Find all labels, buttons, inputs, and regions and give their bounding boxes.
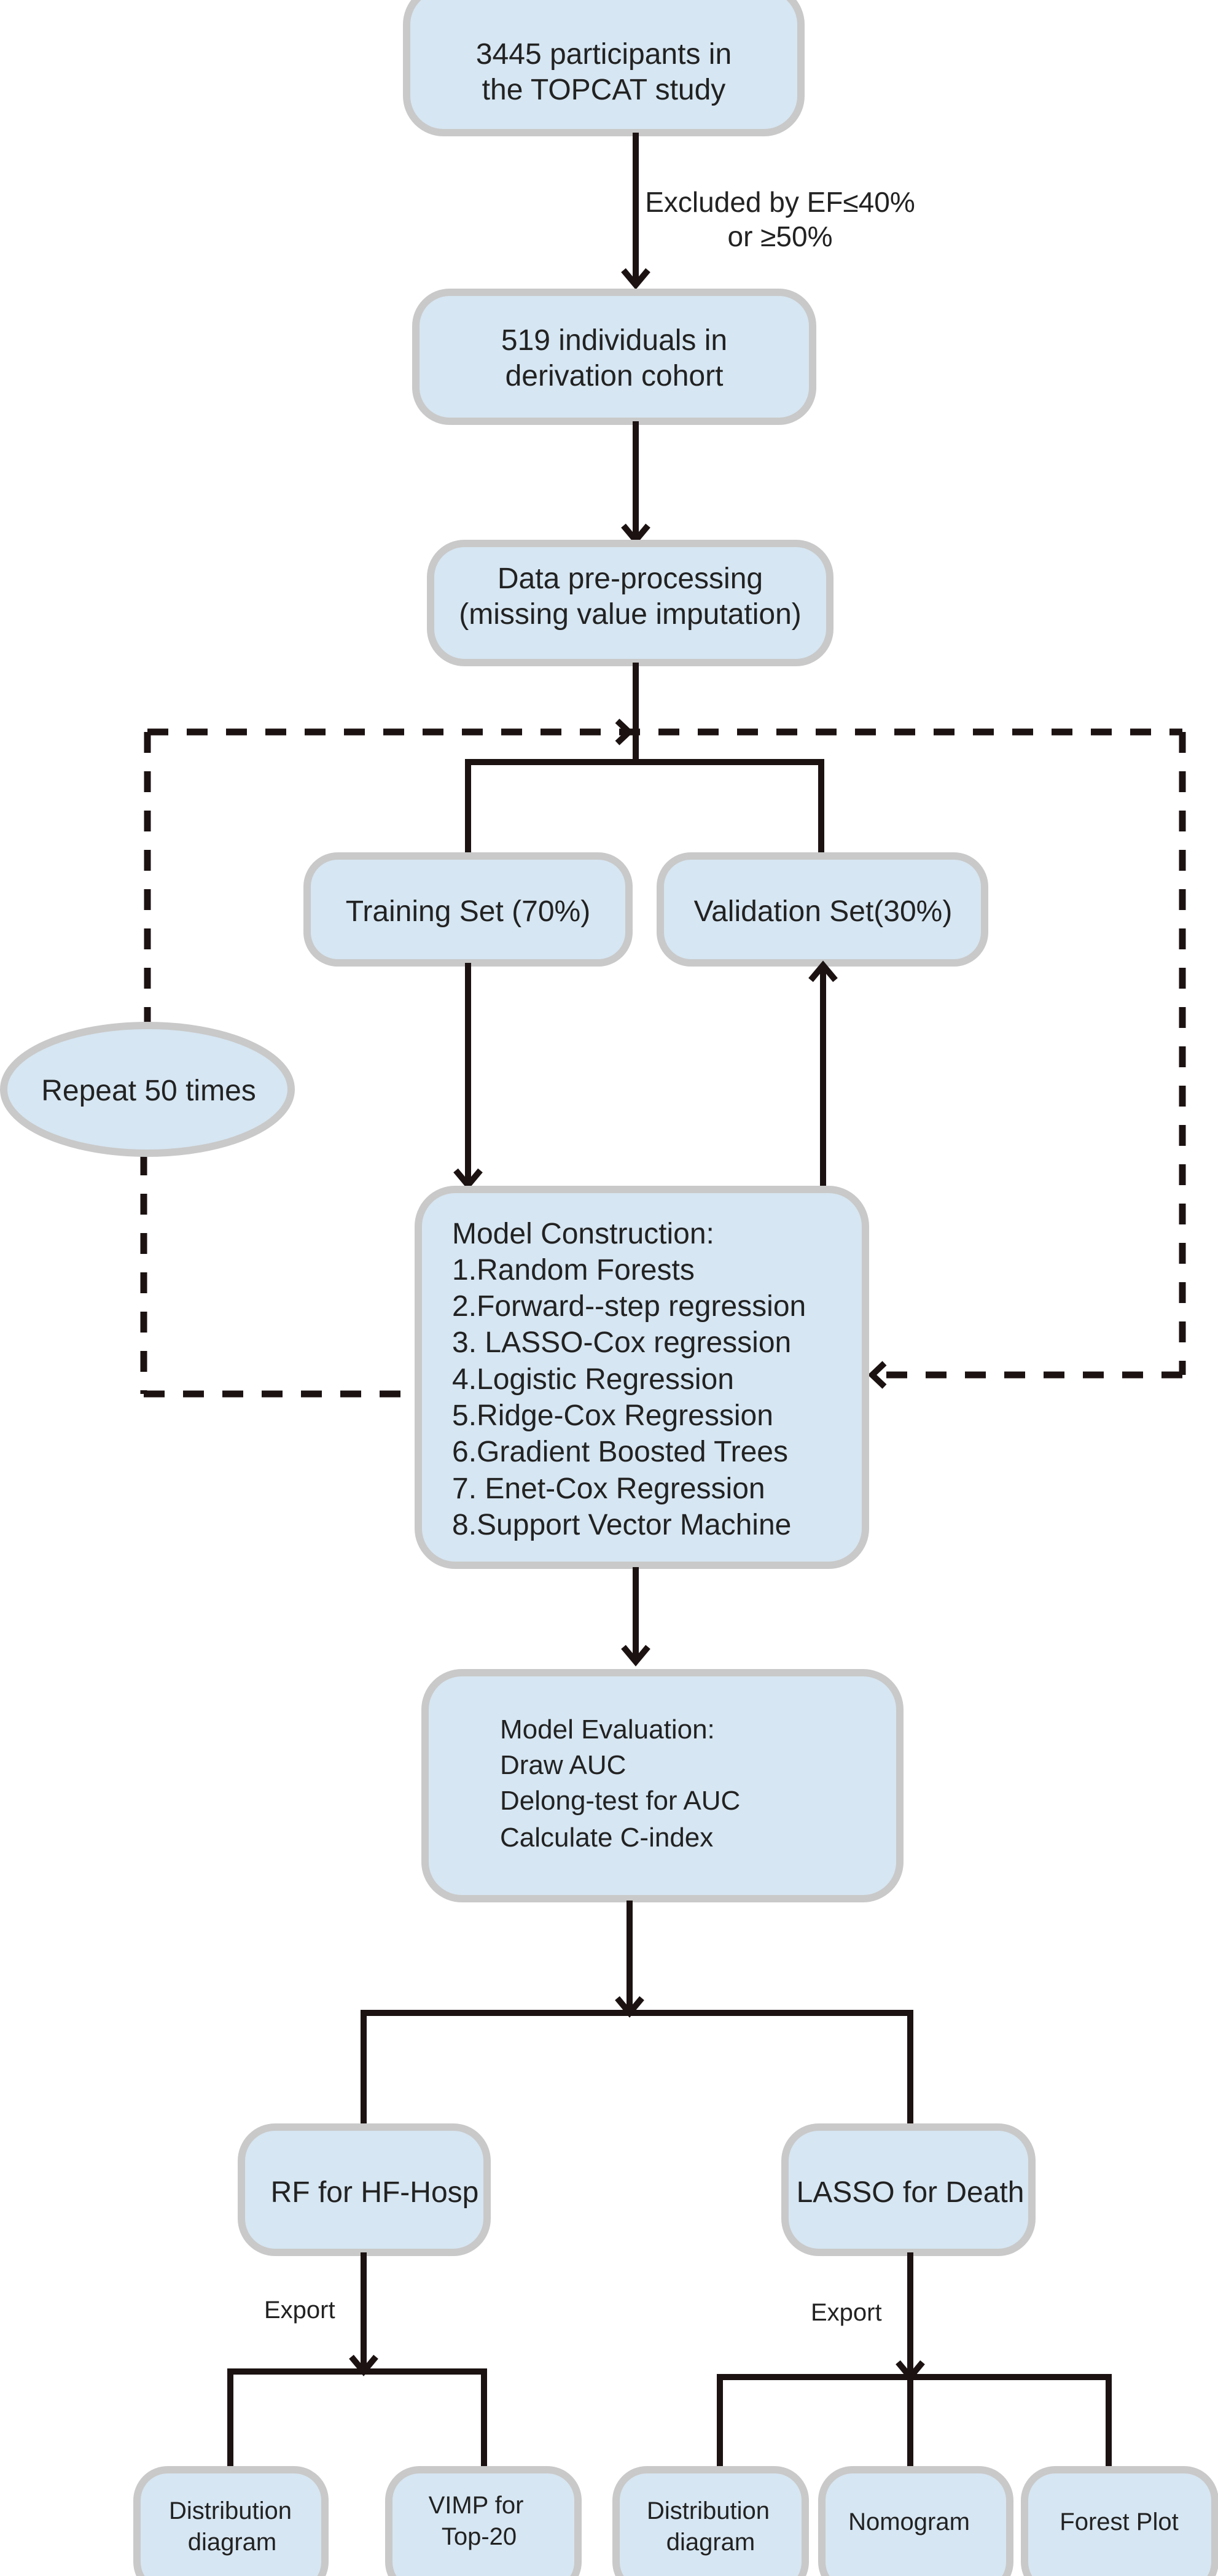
model-item: 5.Ridge-Cox Regression bbox=[452, 1399, 773, 1432]
output-line: Distribution bbox=[169, 2497, 292, 2524]
preprocessing-node: Data pre-processing (missing value imput… bbox=[427, 540, 833, 666]
lasso-export-label: Export bbox=[811, 2299, 882, 2326]
output-line: Distribution bbox=[647, 2497, 770, 2524]
arrow-to-preprocessing bbox=[621, 421, 650, 545]
model-evaluation-node: Model Evaluation: Draw AUC Delong-test f… bbox=[421, 1669, 904, 1902]
arrow-model-to-validation bbox=[808, 960, 838, 1188]
model-item: 2.Forward--step regression bbox=[452, 1290, 806, 1323]
lasso-export-connector bbox=[717, 2252, 1112, 2469]
participants-node: 3445 participants in the TOPCAT study bbox=[403, 0, 805, 136]
participants-line: 3445 participants in bbox=[476, 38, 732, 71]
rf-node: RF for HF-Hosp bbox=[238, 2123, 491, 2256]
model-construction-title: Model Construction: bbox=[452, 1218, 714, 1250]
evaluation-item: Delong-test for AUC bbox=[500, 1786, 740, 1816]
lasso-output-forest-plot: Forest Plot bbox=[1021, 2466, 1218, 2576]
evaluation-item: Draw AUC bbox=[500, 1750, 626, 1780]
repeat-node: Repeat 50 times bbox=[0, 1022, 295, 1157]
exclusion-criteria-line: Excluded by EF≤40% bbox=[645, 186, 915, 218]
derivation-line: derivation cohort bbox=[506, 360, 724, 392]
rf-output-vimp: VIMP for Top-20 bbox=[385, 2466, 582, 2576]
training-set-node: Training Set (70%) bbox=[303, 852, 633, 967]
model-item: 8.Support Vector Machine bbox=[452, 1509, 791, 1541]
output-line: Top-20 bbox=[442, 2523, 517, 2550]
output-line: diagram bbox=[666, 2529, 755, 2556]
output-line: diagram bbox=[188, 2529, 277, 2556]
participants-line: the TOPCAT study bbox=[482, 74, 726, 106]
output-line: VIMP for bbox=[429, 2492, 524, 2519]
model-item: 3. LASSO-Cox regression bbox=[452, 1326, 791, 1359]
model-evaluation-title: Model Evaluation: bbox=[500, 1714, 715, 1745]
model-item: 1.Random Forests bbox=[452, 1254, 695, 1286]
validation-set-label: Validation Set(30%) bbox=[694, 895, 953, 928]
preprocessing-line: (missing value imputation) bbox=[459, 598, 802, 631]
lasso-label: LASSO for Death bbox=[797, 2176, 1025, 2209]
lasso-node: LASSO for Death bbox=[781, 2123, 1036, 2256]
evaluation-item: Calculate C-index bbox=[500, 1823, 713, 1853]
output-line: Forest Plot bbox=[1060, 2508, 1178, 2535]
repeat-label: Repeat 50 times bbox=[41, 1075, 256, 1107]
derivation-cohort-node: 519 individuals in derivation cohort bbox=[412, 289, 816, 425]
study-flowchart: 3445 participants in the TOPCAT study Ex… bbox=[0, 0, 1218, 2576]
rf-export-connector bbox=[227, 2252, 487, 2469]
validation-set-node: Validation Set(30%) bbox=[657, 852, 988, 967]
model-construction-node: Model Construction: 1.Random Forests 2.F… bbox=[415, 1186, 869, 1569]
derivation-line: 519 individuals in bbox=[501, 324, 727, 357]
output-line: Nomogram bbox=[848, 2508, 970, 2535]
exclusion-criteria-line: or ≥50% bbox=[728, 220, 833, 252]
arrow-to-evaluation bbox=[621, 1567, 650, 1667]
model-item: 7. Enet-Cox Regression bbox=[452, 1473, 765, 1505]
arrow-to-derivation bbox=[621, 133, 650, 290]
lasso-output-nomogram: Nomogram bbox=[818, 2466, 1013, 2576]
rf-label: RF for HF-Hosp bbox=[271, 2176, 479, 2209]
arrow-training-to-model bbox=[453, 963, 483, 1190]
model-item: 6.Gradient Boosted Trees bbox=[452, 1436, 788, 1468]
rf-export-label: Export bbox=[264, 2297, 335, 2324]
rf-output-distribution-diagram: Distribution diagram bbox=[133, 2466, 329, 2576]
training-set-label: Training Set (70%) bbox=[346, 895, 590, 928]
preprocessing-line: Data pre-processing bbox=[498, 562, 763, 595]
split-connector bbox=[465, 663, 824, 855]
lasso-output-distribution-diagram: Distribution diagram bbox=[612, 2466, 809, 2576]
model-item: 4.Logistic Regression bbox=[452, 1363, 734, 1396]
evaluation-split-connector bbox=[361, 1901, 913, 2125]
